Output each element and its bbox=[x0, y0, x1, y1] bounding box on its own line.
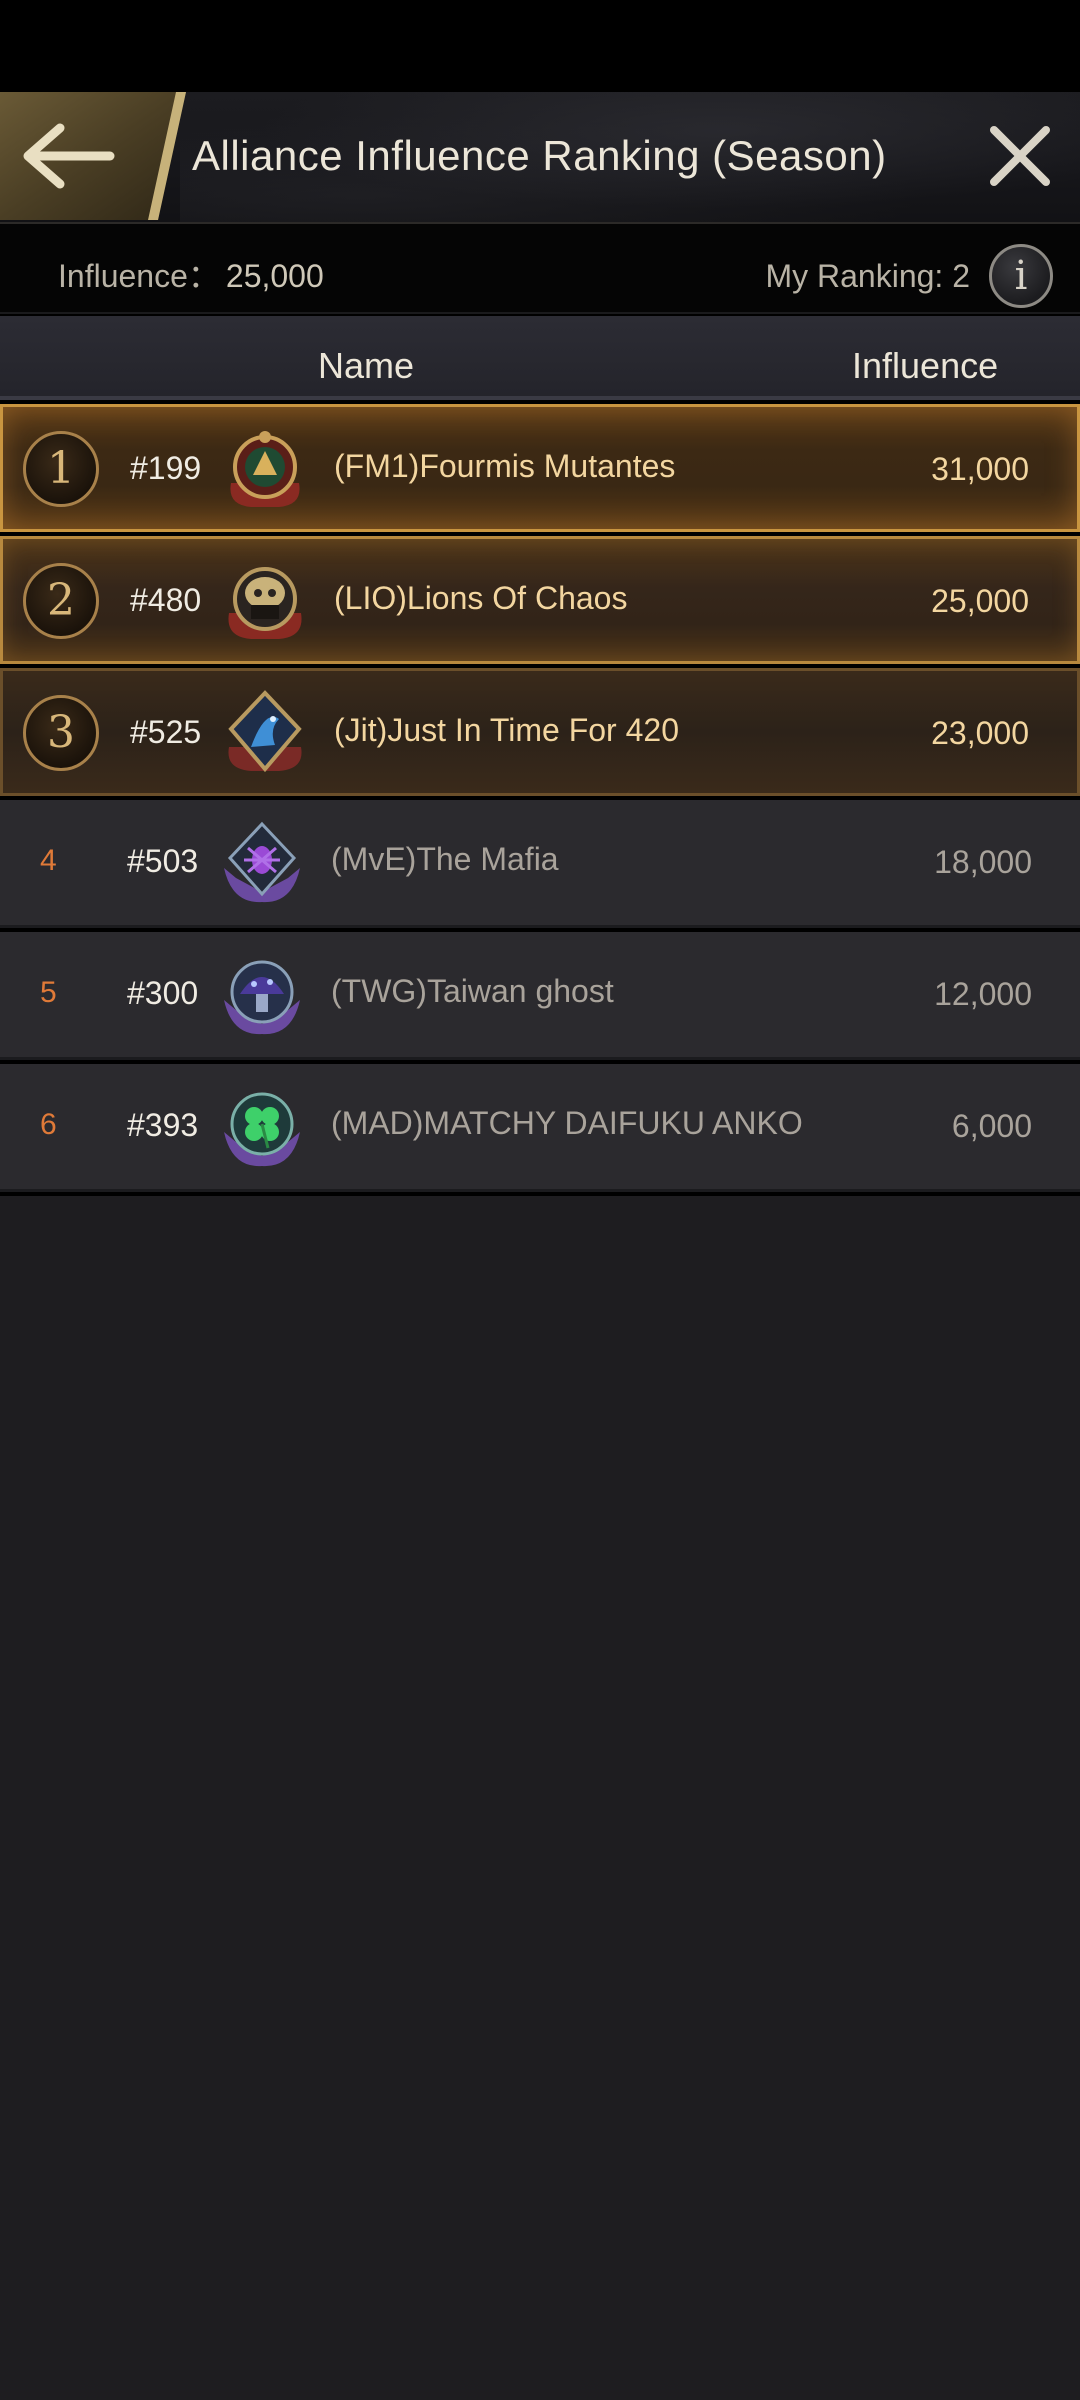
summary-bar: Influence： 25,000 My Ranking: 2 bbox=[0, 224, 1080, 314]
purple-spider-crest-icon bbox=[224, 821, 300, 903]
rank-number: 3 bbox=[47, 707, 75, 758]
gold-skull-crest-icon bbox=[228, 567, 302, 639]
status-bar bbox=[0, 0, 1080, 92]
alliance-influence: 25,000 bbox=[931, 583, 1029, 619]
rank-number: 4 bbox=[40, 844, 57, 877]
rank-number: 5 bbox=[40, 976, 57, 1009]
influence-value: 25,000 bbox=[225, 258, 324, 294]
influence-label: Influence： bbox=[58, 258, 220, 294]
header-bar: Alliance Influence Ranking (Season) bbox=[0, 92, 1080, 224]
rank-medal: 3 bbox=[23, 695, 99, 771]
back-button[interactable] bbox=[0, 92, 186, 220]
ranking-row[interactable]: 1 #199 (FM1)Fourmis Mutantes 31,000 bbox=[0, 404, 1080, 532]
my-ranking: My Ranking: 2 bbox=[765, 258, 970, 294]
server-number: #300 bbox=[127, 975, 199, 1011]
purple-mushroom-crest-icon bbox=[224, 960, 300, 1035]
ranking-row[interactable]: 3 #525 (Jit)Just In Time For 420 23,000 bbox=[0, 668, 1080, 796]
ranking-row[interactable]: 6 #393 (MAD)MATCHY DAIFUKU ANKO 6,000 bbox=[0, 1064, 1080, 1192]
page-title: Alliance Influence Ranking (Season) bbox=[192, 132, 887, 179]
red-gold-crest-icon bbox=[230, 431, 300, 507]
rank-medal: 2 bbox=[23, 563, 99, 639]
server-number: #199 bbox=[130, 450, 202, 486]
close-button[interactable] bbox=[980, 116, 1060, 196]
empty-list-area bbox=[0, 1196, 1080, 2400]
green-clover-crest-icon bbox=[224, 1092, 300, 1167]
server-number: #393 bbox=[127, 1107, 199, 1143]
alliance-name: (MAD)MATCHY DAIFUKU ANKO bbox=[331, 1105, 803, 1141]
info-icon: i bbox=[1014, 253, 1028, 299]
column-header: Name Influence bbox=[0, 316, 1080, 400]
rank-number: 1 bbox=[47, 443, 75, 494]
ranking-row[interactable]: 5 #300 (TWG)Taiwan ghost 12,000 bbox=[0, 932, 1080, 1060]
server-number: #503 bbox=[127, 843, 199, 879]
server-number: #480 bbox=[130, 582, 202, 618]
alliance-influence: 31,000 bbox=[931, 451, 1029, 487]
rank-number: 2 bbox=[47, 575, 75, 626]
close-icon bbox=[990, 126, 1050, 186]
blue-dragon-crest-icon bbox=[228, 690, 302, 773]
alliance-name: (Jit)Just In Time For 420 bbox=[334, 712, 679, 748]
rank-medal: 1 bbox=[23, 431, 99, 507]
alliance-name: (TWG)Taiwan ghost bbox=[331, 973, 614, 1009]
rank-number: 6 bbox=[40, 1108, 57, 1141]
alliance-influence: 18,000 bbox=[934, 844, 1032, 880]
ranking-row[interactable]: 4 #503 (MvE)The Mafia 18,000 bbox=[0, 800, 1080, 928]
alliance-name: (MvE)The Mafia bbox=[331, 841, 559, 877]
alliance-influence: 12,000 bbox=[934, 976, 1032, 1012]
column-name: Name bbox=[318, 345, 415, 386]
column-influence: Influence bbox=[852, 345, 999, 386]
arrow-left-icon bbox=[0, 92, 186, 220]
alliance-name: (LIO)Lions Of Chaos bbox=[334, 580, 628, 616]
ranking-row[interactable]: 2 #480 (LIO)Lions Of Chaos 25,000 bbox=[0, 536, 1080, 664]
alliance-influence: 6,000 bbox=[951, 1108, 1032, 1144]
alliance-influence: 23,000 bbox=[931, 715, 1029, 751]
server-number: #525 bbox=[130, 714, 202, 750]
info-button[interactable]: i bbox=[989, 244, 1053, 308]
alliance-name: (FM1)Fourmis Mutantes bbox=[334, 448, 676, 484]
my-influence: Influence： 25,000 bbox=[58, 224, 324, 328]
